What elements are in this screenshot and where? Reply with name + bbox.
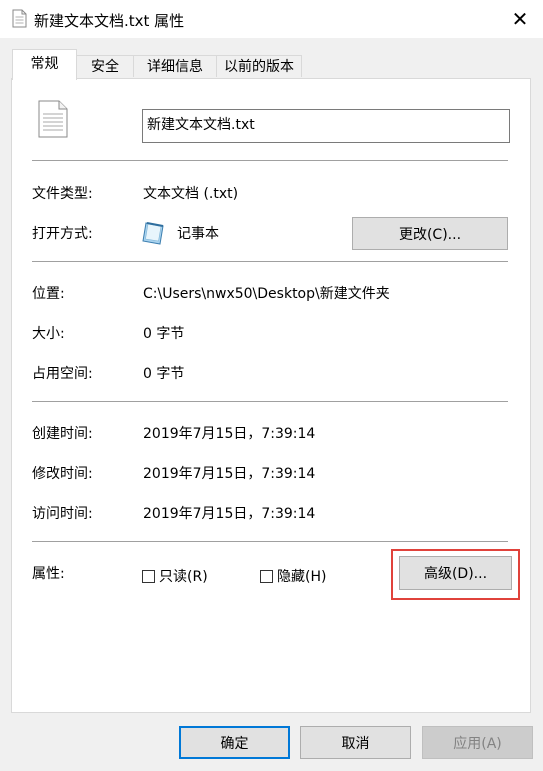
tab-details-label: 详细信息 (147, 59, 203, 75)
open-with-value: 记事本 (177, 226, 219, 242)
checkbox-box[interactable] (260, 569, 273, 583)
size-value: 0 字节 (143, 326, 185, 342)
readonly-label: 只读(R) (159, 569, 208, 585)
apply-button-label: 应用(A) (453, 735, 502, 752)
size-label: 大小: (32, 326, 65, 342)
tab-security-label: 安全 (91, 59, 119, 75)
open-with-label: 打开方式: (32, 226, 93, 242)
tab-security[interactable]: 安全 (76, 55, 134, 77)
change-button-label: 更改(C)... (398, 226, 462, 243)
created-value: 2019年7月15日，7:39:14 (143, 426, 316, 442)
hidden-label: 隐藏(H) (277, 569, 327, 585)
separator (32, 261, 508, 262)
file-type-value: 文本文档 (.txt) (143, 186, 239, 202)
readonly-checkbox[interactable]: 只读(R) (142, 566, 208, 586)
ok-button-label: 确定 (220, 735, 249, 752)
size-on-disk-value: 0 字节 (143, 366, 185, 382)
apply-button[interactable]: 应用(A) (422, 726, 533, 759)
attributes-label: 属性: (32, 566, 65, 582)
highlight-annotation (391, 549, 520, 600)
accessed-label: 访问时间: (32, 506, 93, 522)
separator (32, 160, 508, 161)
tab-previous-versions[interactable]: 以前的版本 (216, 55, 302, 77)
tab-details[interactable]: 详细信息 (133, 55, 217, 77)
ok-button[interactable]: 确定 (179, 726, 290, 759)
text-file-icon (38, 100, 68, 142)
cancel-button-label: 取消 (341, 735, 370, 752)
window-title: 新建文本文档.txt 属性 (34, 12, 185, 30)
tab-general[interactable]: 常规 (12, 49, 77, 80)
modified-value: 2019年7月15日，7:39:14 (143, 466, 316, 482)
title-bar: 新建文本文档.txt 属性 ✕ (0, 0, 543, 38)
location-label: 位置: (32, 286, 65, 302)
cancel-button[interactable]: 取消 (300, 726, 411, 759)
file-name-input[interactable]: 新建文本文档.txt (142, 109, 510, 143)
tab-previous-versions-label: 以前的版本 (224, 59, 294, 75)
location-value: C:\Users\nwx50\Desktop\新建文件夹 (143, 286, 390, 302)
document-icon (12, 9, 27, 32)
hidden-checkbox[interactable]: 隐藏(H) (260, 566, 326, 586)
checkbox-box[interactable] (142, 569, 155, 583)
accessed-value: 2019年7月15日，7:39:14 (143, 506, 316, 522)
modified-label: 修改时间: (32, 466, 93, 482)
close-button[interactable]: ✕ (497, 0, 543, 38)
general-panel (11, 78, 531, 713)
separator (32, 401, 508, 402)
file-type-label: 文件类型: (32, 186, 93, 202)
size-on-disk-label: 占用空间: (32, 366, 93, 382)
separator (32, 541, 508, 542)
created-label: 创建时间: (32, 426, 93, 442)
notepad-icon (141, 220, 167, 250)
tab-general-label: 常规 (30, 56, 59, 72)
change-button[interactable]: 更改(C)... (352, 217, 508, 250)
close-icon: ✕ (511, 7, 529, 31)
